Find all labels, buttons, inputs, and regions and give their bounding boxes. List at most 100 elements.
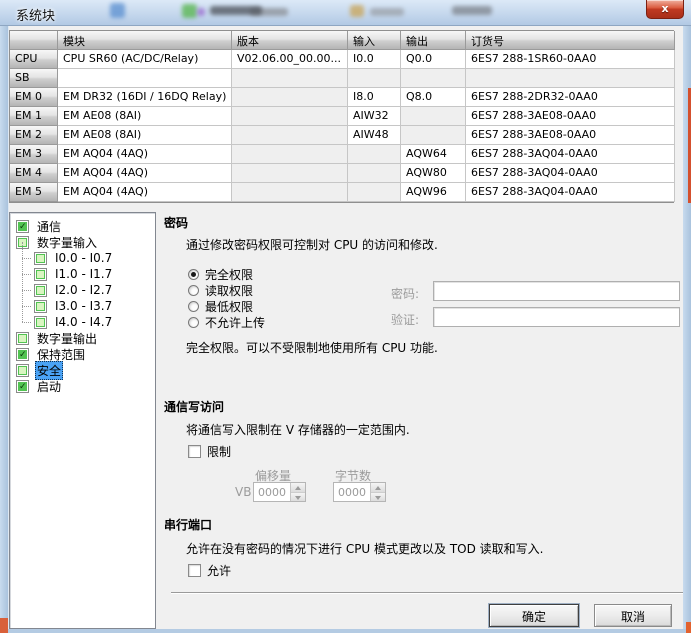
tree-item-retentive-ranges[interactable]: ✓ 保持范围 bbox=[10, 346, 155, 362]
radio-icon bbox=[188, 285, 199, 296]
window-title: 系统块 bbox=[16, 5, 55, 24]
table-header-module: 模块 bbox=[58, 31, 232, 50]
version-cell bbox=[232, 145, 348, 164]
password-field-label: 密码: bbox=[391, 285, 419, 302]
privilege-note: 完全权限。可以不受限制地使用所有 CPU 功能. bbox=[186, 339, 438, 356]
table-header-output: 输出 bbox=[401, 31, 466, 50]
checkbox-icon bbox=[34, 284, 47, 297]
module-cell[interactable]: EM AQ04 (4AQ) bbox=[58, 145, 232, 164]
tree-item-i1[interactable]: I1.0 - I1.7 bbox=[10, 266, 155, 282]
tree-item-digital-inputs[interactable]: 数字量输入 bbox=[10, 234, 155, 250]
row-header-em2[interactable]: EM 2 bbox=[10, 126, 58, 145]
module-cell[interactable] bbox=[58, 69, 232, 88]
background-artifact bbox=[0, 618, 8, 633]
row-header-em5[interactable]: EM 5 bbox=[10, 183, 58, 202]
spinner-down-icon bbox=[291, 493, 305, 502]
output-cell: Q8.0 bbox=[401, 88, 466, 107]
cancel-button[interactable]: 取消 bbox=[594, 604, 672, 627]
background-toolbar-blob bbox=[210, 6, 262, 15]
module-cell[interactable]: CPU SR60 (AC/DC/Relay) bbox=[58, 50, 232, 69]
tree-item-i4[interactable]: I4.0 - I4.7 bbox=[10, 314, 155, 330]
row-header-em4[interactable]: EM 4 bbox=[10, 164, 58, 183]
module-cell[interactable]: EM AE08 (8AI) bbox=[58, 126, 232, 145]
tree-item-startup[interactable]: ✓ 启动 bbox=[10, 378, 155, 394]
checkbox-icon bbox=[16, 332, 29, 345]
radio-read-privileges[interactable]: 读取权限 bbox=[188, 283, 253, 297]
radio-icon bbox=[188, 317, 199, 328]
output-cell: Q0.0 bbox=[401, 50, 466, 69]
order-cell: 6ES7 288-3AE08-0AA0 bbox=[466, 126, 675, 145]
order-cell: 6ES7 288-3AE08-0AA0 bbox=[466, 107, 675, 126]
version-cell bbox=[232, 69, 348, 88]
checkbox-unchecked-icon bbox=[188, 445, 201, 458]
version-cell bbox=[232, 88, 348, 107]
module-cell[interactable]: EM AQ04 (4AQ) bbox=[58, 164, 232, 183]
spinner-down-icon bbox=[371, 493, 385, 502]
ok-button[interactable]: 确定 bbox=[489, 604, 579, 627]
module-cell[interactable]: EM AQ04 (4AQ) bbox=[58, 183, 232, 202]
row-header-em1[interactable]: EM 1 bbox=[10, 107, 58, 126]
version-cell bbox=[232, 183, 348, 202]
output-cell bbox=[401, 107, 466, 126]
order-cell: 6ES7 288-3AQ04-0AA0 bbox=[466, 145, 675, 164]
spinner-up-icon bbox=[371, 483, 385, 493]
close-icon[interactable]: x bbox=[646, 0, 684, 19]
serial-port-description: 允许在没有密码的情况下进行 CPU 模式更改以及 TOD 读取和写入. bbox=[186, 540, 544, 557]
checkbox-icon bbox=[34, 316, 47, 329]
order-cell: 6ES7 288-3AQ04-0AA0 bbox=[466, 164, 675, 183]
background-toolbar-blob bbox=[370, 8, 404, 16]
row-header-em3[interactable]: EM 3 bbox=[10, 145, 58, 164]
password-section-description: 通过修改密码权限可控制对 CPU 的访问和修改. bbox=[186, 236, 438, 253]
output-cell: AQW96 bbox=[401, 183, 466, 202]
version-cell bbox=[232, 126, 348, 145]
version-cell bbox=[232, 107, 348, 126]
titlebar: 系统块 x bbox=[0, 0, 691, 26]
input-cell bbox=[348, 183, 401, 202]
input-cell: AIW32 bbox=[348, 107, 401, 126]
tree-item-i3[interactable]: I3.0 - I3.7 bbox=[10, 298, 155, 314]
row-header-em0[interactable]: EM 0 bbox=[10, 88, 58, 107]
row-header-cpu[interactable]: CPU bbox=[10, 50, 58, 69]
order-cell: 6ES7 288-3AQ04-0AA0 bbox=[466, 183, 675, 202]
comm-write-section-title: 通信写访问 bbox=[164, 398, 224, 415]
module-cell[interactable]: EM DR32 (16DI / 16DQ Relay) bbox=[58, 88, 232, 107]
table-header-input: 输入 bbox=[348, 31, 401, 50]
restrict-checkbox[interactable]: 限制 bbox=[188, 444, 231, 458]
password-section-title: 密码 bbox=[164, 214, 188, 231]
checkbox-icon bbox=[34, 300, 47, 313]
radio-full-privileges[interactable]: 完全权限 bbox=[188, 267, 253, 281]
checkbox-icon bbox=[16, 364, 29, 377]
window-border-left bbox=[0, 26, 8, 633]
version-cell bbox=[232, 164, 348, 183]
spinner-up-icon bbox=[291, 483, 305, 493]
output-cell bbox=[401, 69, 466, 88]
tree-item-communication[interactable]: ✓ 通信 bbox=[10, 218, 155, 234]
tree-item-i0[interactable]: I0.0 - I0.7 bbox=[10, 250, 155, 266]
table-header-version: 版本 bbox=[232, 31, 348, 50]
order-cell bbox=[466, 69, 675, 88]
tree-item-digital-outputs[interactable]: 数字量输出 bbox=[10, 330, 155, 346]
radio-disallow-upload[interactable]: 不允许上传 bbox=[188, 315, 265, 329]
comm-write-description: 将通信写入限制在 V 存储器的一定范围内. bbox=[186, 421, 410, 438]
tree-item-security[interactable]: 安全 bbox=[10, 362, 155, 378]
version-cell: V02.06.00_00.00... bbox=[232, 50, 348, 69]
background-toolbar-blob bbox=[110, 3, 125, 18]
order-cell: 6ES7 288-2DR32-0AA0 bbox=[466, 88, 675, 107]
radio-minimum-privileges[interactable]: 最低权限 bbox=[188, 299, 253, 313]
module-cell[interactable]: EM AE08 (8AI) bbox=[58, 107, 232, 126]
table-header-corner bbox=[10, 31, 58, 50]
table-header-order: 订货号 bbox=[466, 31, 675, 50]
output-cell: AQW80 bbox=[401, 164, 466, 183]
background-toolbar-blob bbox=[182, 4, 197, 18]
background-toolbar-blob bbox=[197, 8, 205, 16]
background-toolbar-blob bbox=[452, 6, 492, 15]
verify-input bbox=[433, 307, 680, 327]
tree-item-i2[interactable]: I2.0 - I2.7 bbox=[10, 282, 155, 298]
row-header-sb[interactable]: SB bbox=[10, 69, 58, 88]
window-border-bottom bbox=[0, 629, 691, 633]
allow-checkbox[interactable]: 允许 bbox=[188, 563, 231, 577]
background-toolbar-blob bbox=[350, 5, 364, 17]
output-cell bbox=[401, 126, 466, 145]
output-cell: AQW64 bbox=[401, 145, 466, 164]
input-cell: AIW48 bbox=[348, 126, 401, 145]
